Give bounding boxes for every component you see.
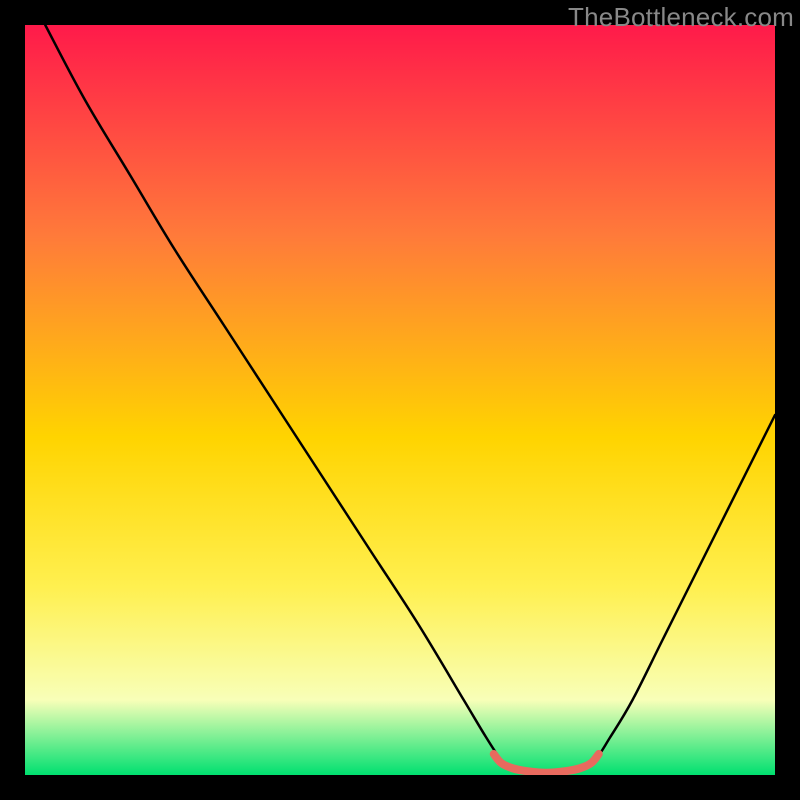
gradient-background: [25, 25, 775, 775]
chart-svg: [25, 25, 775, 775]
watermark-text: TheBottleneck.com: [568, 2, 794, 33]
plot-area: [25, 25, 775, 775]
chart-container: TheBottleneck.com: [0, 0, 800, 800]
